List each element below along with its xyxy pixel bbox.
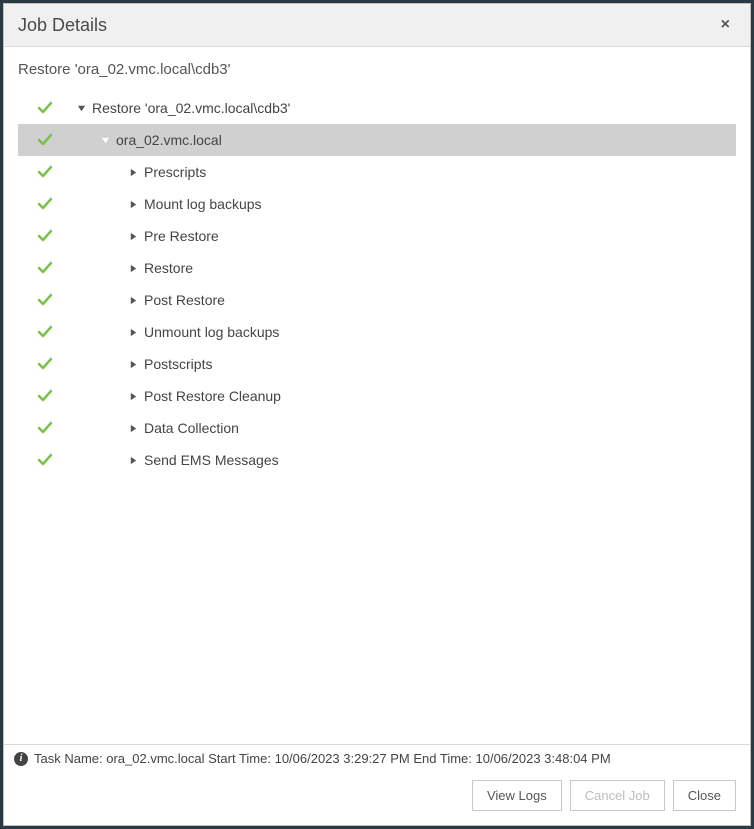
- tree-row[interactable]: Postscripts: [18, 348, 736, 380]
- tree-row-label: Prescripts: [144, 164, 206, 180]
- success-check-icon: [36, 260, 54, 276]
- tree-row[interactable]: Unmount log backups: [18, 316, 736, 348]
- info-icon: i: [14, 752, 28, 766]
- tree-row[interactable]: Mount log backups: [18, 188, 736, 220]
- job-details-dialog: Job Details × Restore 'ora_02.vmc.local\…: [3, 3, 751, 826]
- success-check-icon: [36, 324, 54, 340]
- tree-row-label: Mount log backups: [144, 196, 262, 212]
- view-logs-button[interactable]: View Logs: [472, 780, 562, 811]
- tree-row[interactable]: Prescripts: [18, 156, 736, 188]
- success-check-icon: [36, 132, 54, 148]
- cancel-job-button: Cancel Job: [570, 780, 665, 811]
- success-check-icon: [36, 196, 54, 212]
- caret-down-icon[interactable]: [76, 104, 86, 113]
- title-bar: Job Details ×: [4, 4, 750, 47]
- tree-row[interactable]: Restore: [18, 252, 736, 284]
- close-button[interactable]: Close: [673, 780, 736, 811]
- success-check-icon: [36, 388, 54, 404]
- success-check-icon: [36, 228, 54, 244]
- tree-row[interactable]: Post Restore Cleanup: [18, 380, 736, 412]
- caret-right-icon[interactable]: [128, 456, 138, 465]
- tree-row-label: Restore: [144, 260, 193, 276]
- caret-right-icon[interactable]: [128, 168, 138, 177]
- caret-right-icon[interactable]: [128, 264, 138, 273]
- tree-row-label: Post Restore: [144, 292, 225, 308]
- tree-row-label: Data Collection: [144, 420, 239, 436]
- tree-row-label: Restore 'ora_02.vmc.local\cdb3': [92, 100, 290, 116]
- close-icon[interactable]: ×: [715, 14, 736, 36]
- tree-row[interactable]: Send EMS Messages: [18, 444, 736, 476]
- tree-row-label: Send EMS Messages: [144, 452, 279, 468]
- caret-right-icon[interactable]: [128, 232, 138, 241]
- status-text: Task Name: ora_02.vmc.local Start Time: …: [34, 751, 611, 766]
- tree-row[interactable]: ora_02.vmc.local: [18, 124, 736, 156]
- success-check-icon: [36, 420, 54, 436]
- tree-row[interactable]: Post Restore: [18, 284, 736, 316]
- success-check-icon: [36, 356, 54, 372]
- caret-right-icon[interactable]: [128, 360, 138, 369]
- caret-right-icon[interactable]: [128, 296, 138, 305]
- success-check-icon: [36, 100, 54, 116]
- tree-row-label: Post Restore Cleanup: [144, 388, 281, 404]
- job-subtitle: Restore 'ora_02.vmc.local\cdb3': [18, 61, 736, 78]
- success-check-icon: [36, 452, 54, 468]
- tree-row[interactable]: Restore 'ora_02.vmc.local\cdb3': [18, 92, 736, 124]
- caret-down-icon[interactable]: [100, 136, 110, 145]
- success-check-icon: [36, 164, 54, 180]
- tree-row[interactable]: Data Collection: [18, 412, 736, 444]
- task-tree: Restore 'ora_02.vmc.local\cdb3' ora_02.vm…: [18, 92, 736, 476]
- success-check-icon: [36, 292, 54, 308]
- caret-right-icon[interactable]: [128, 200, 138, 209]
- caret-right-icon[interactable]: [128, 392, 138, 401]
- caret-right-icon[interactable]: [128, 328, 138, 337]
- tree-row-label: Pre Restore: [144, 228, 219, 244]
- tree-row-label: Unmount log backups: [144, 324, 279, 340]
- status-bar: i Task Name: ora_02.vmc.local Start Time…: [4, 744, 750, 770]
- dialog-title: Job Details: [18, 15, 107, 36]
- tree-row-label: ora_02.vmc.local: [116, 132, 222, 148]
- tree-row[interactable]: Pre Restore: [18, 220, 736, 252]
- tree-row-label: Postscripts: [144, 356, 212, 372]
- caret-right-icon[interactable]: [128, 424, 138, 433]
- button-bar: View Logs Cancel Job Close: [4, 770, 750, 825]
- content-area[interactable]: Restore 'ora_02.vmc.local\cdb3' Restore …: [4, 47, 750, 744]
